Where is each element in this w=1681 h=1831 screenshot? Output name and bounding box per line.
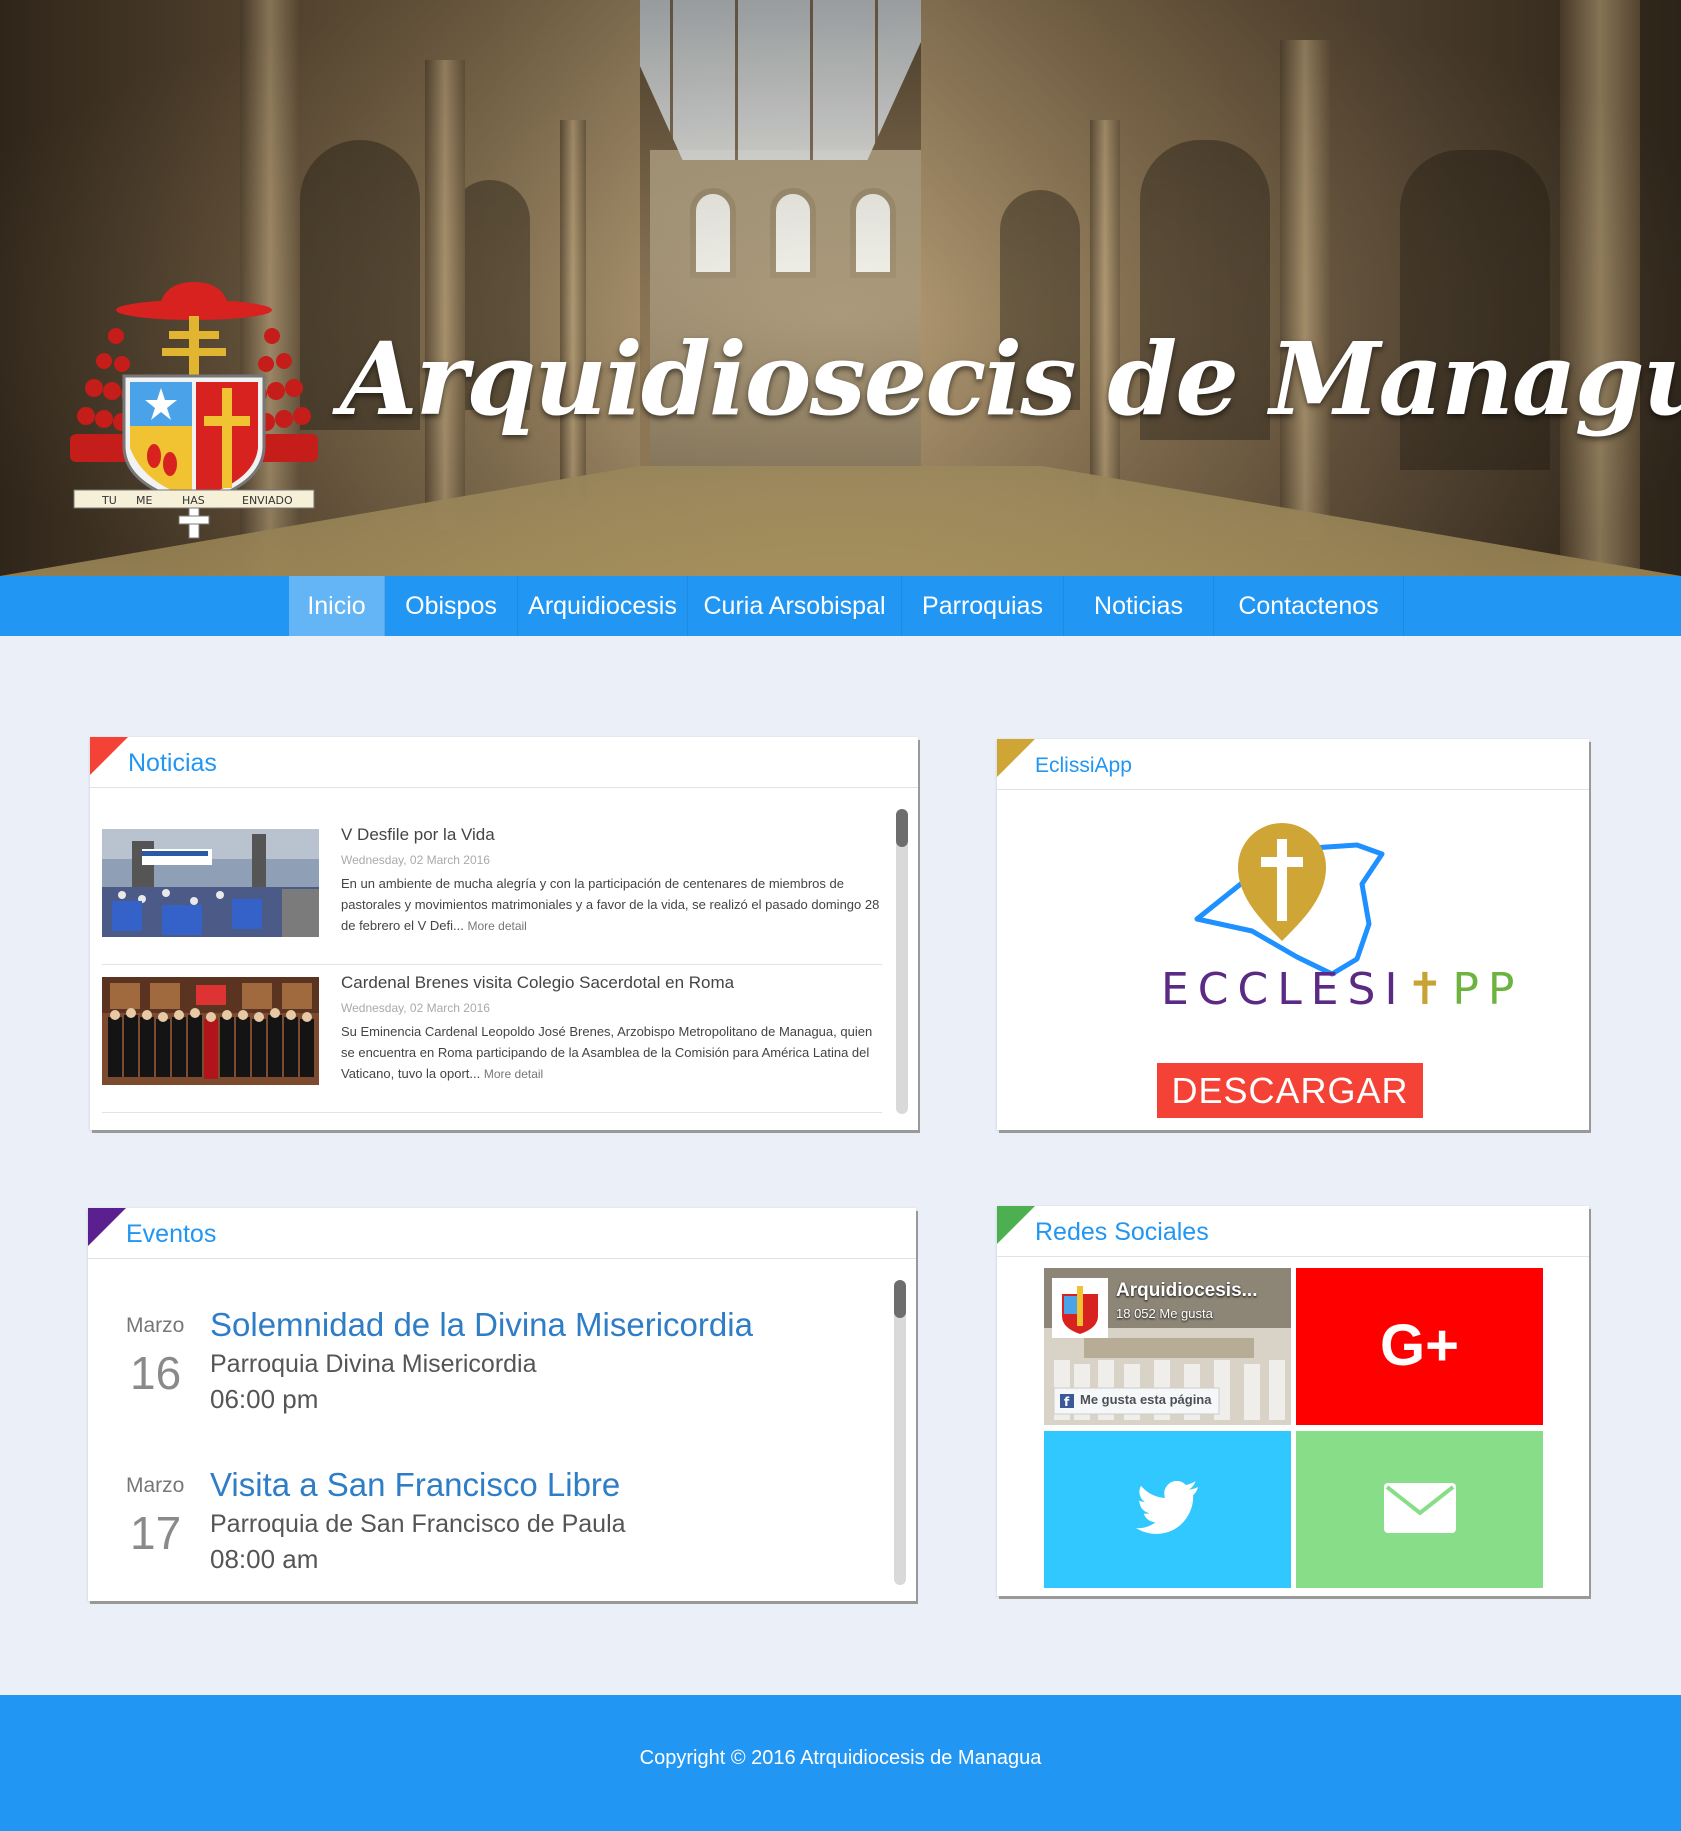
archdiocese-crest-logo: TU ME HAS ENVIADO (70, 282, 318, 539)
ecclesiapp-wordmark: ECCLESI✝PP (1161, 964, 1524, 1015)
events-panel: Eventos Marzo 16 Solemnidad de la Divina… (88, 1208, 916, 1601)
news-corner-accent (90, 737, 128, 775)
social-panel-header: Redes Sociales (997, 1206, 1589, 1257)
event-time: 08:00 am (210, 1544, 319, 1574)
event-item[interactable]: Marzo 17 Visita a San Francisco Libre Pa… (118, 1456, 878, 1596)
google-plus-icon: G+ (1380, 1313, 1459, 1378)
svg-text:HAS: HAS (182, 494, 205, 507)
event-place: Parroquia Divina Misericordia (210, 1350, 537, 1378)
event-title[interactable]: Solemnidad de la Divina Misericordia (210, 1306, 753, 1344)
news-item[interactable]: V Desfile por la Vida Wednesday, 02 Marc… (102, 817, 882, 965)
nav-item-parroquias[interactable]: Parroquias (902, 576, 1064, 636)
google-plus-tile[interactable]: G+ (1296, 1268, 1543, 1425)
events-corner-accent (88, 1208, 126, 1246)
twitter-tile[interactable] (1044, 1431, 1291, 1588)
nav-item-curia-arsobispal[interactable]: Curia Arsobispal (688, 576, 902, 636)
news-thumbnail[interactable] (102, 829, 319, 937)
more-detail-link[interactable]: More detail (467, 919, 526, 933)
ecclesiapp-logo (1194, 823, 1385, 977)
event-month: Marzo (126, 1314, 185, 1337)
nav-item-contactenos[interactable]: Contactenos (1214, 576, 1404, 636)
svg-text:ME: ME (136, 494, 152, 507)
events-scrollbar-thumb[interactable] (894, 1280, 906, 1318)
download-button[interactable]: DESCARGAR (1157, 1063, 1423, 1118)
email-tile[interactable] (1296, 1431, 1543, 1588)
nav-item-noticias[interactable]: Noticias (1064, 576, 1214, 636)
event-day: 17 (130, 1507, 182, 1559)
mail-icon (1384, 1483, 1456, 1533)
copyright-text: Copyright © 2016 Atrquidiocesis de Manag… (639, 1747, 1042, 1769)
facebook-page-name[interactable]: Arquidiocesis... (1116, 1280, 1257, 1302)
social-panel-title: Redes Sociales (1035, 1218, 1209, 1246)
app-panel-title: EclissiApp (1035, 754, 1132, 777)
events-panel-title: Eventos (126, 1220, 217, 1248)
news-item-title[interactable]: V Desfile por la Vida (341, 825, 495, 845)
twitter-icon (1136, 1481, 1198, 1534)
news-thumbnail[interactable] (102, 977, 319, 1085)
event-time: 06:00 pm (210, 1384, 319, 1414)
event-title[interactable]: Visita a San Francisco Libre (210, 1466, 620, 1504)
facebook-page-tile[interactable]: f Arquidiocesis... 18 052 Me gusta Me gu… (1044, 1268, 1291, 1425)
news-panel: Noticias V Desfile por la Vida Wednesday… (90, 737, 918, 1130)
news-item-title[interactable]: Cardenal Brenes visita Colegio Sacerdota… (341, 973, 734, 993)
footer: Copyright © 2016 Atrquidiocesis de Manag… (0, 1695, 1681, 1831)
news-item-body: Su Eminencia Cardenal Leopoldo José Bren… (341, 1024, 873, 1081)
news-item[interactable]: Cardenal Brenes visita Colegio Sacerdota… (102, 965, 882, 1113)
event-day: 16 (130, 1347, 182, 1399)
app-panel-header: EclissiApp (997, 739, 1589, 790)
facebook-like-button[interactable]: Me gusta esta página (1080, 1392, 1211, 1407)
event-item[interactable]: Marzo 16 Solemnidad de la Divina Miseric… (118, 1296, 878, 1436)
news-scrollbar-thumb[interactable] (896, 809, 908, 847)
event-place: Parroquia de San Francisco de Paula (210, 1510, 626, 1538)
events-panel-header: Eventos (88, 1208, 916, 1259)
site-title: Arquidiosecis de Managua (340, 320, 1681, 438)
facebook-likes-count: 18 052 Me gusta (1116, 1306, 1213, 1321)
news-item-body: En un ambiente de mucha alegría y con la… (341, 876, 880, 933)
news-panel-title: Noticias (128, 749, 217, 777)
events-scrollbar[interactable] (894, 1280, 906, 1585)
app-panel: EclissiApp ECCLESI✝PP DESCARGAR (997, 739, 1589, 1130)
more-detail-link[interactable]: More detail (484, 1067, 543, 1081)
social-panel: Redes Sociales f Arquidiocesis... 18 052… (997, 1206, 1589, 1596)
news-scrollbar[interactable] (896, 809, 908, 1114)
svg-text:f: f (1064, 1395, 1070, 1409)
nav-item-obispos[interactable]: Obispos (385, 576, 518, 636)
news-panel-header: Noticias (90, 737, 918, 788)
svg-text:ENVIADO: ENVIADO (242, 494, 293, 507)
nav-item-inicio[interactable]: Inicio (289, 576, 385, 636)
nav-item-arquidiocesis[interactable]: Arquidiocesis (518, 576, 688, 636)
header-banner: TU ME HAS ENVIADO Arquidiosecis de Manag… (0, 0, 1681, 576)
svg-text:TU: TU (101, 494, 117, 507)
social-corner-accent (997, 1206, 1035, 1244)
event-month: Marzo (126, 1474, 185, 1497)
news-item-date: Wednesday, 02 March 2016 (341, 1001, 490, 1015)
app-corner-accent (997, 739, 1035, 777)
main-navigation: Inicio Obispos Arquidiocesis Curia Arsob… (0, 576, 1681, 636)
news-item-date: Wednesday, 02 March 2016 (341, 853, 490, 867)
